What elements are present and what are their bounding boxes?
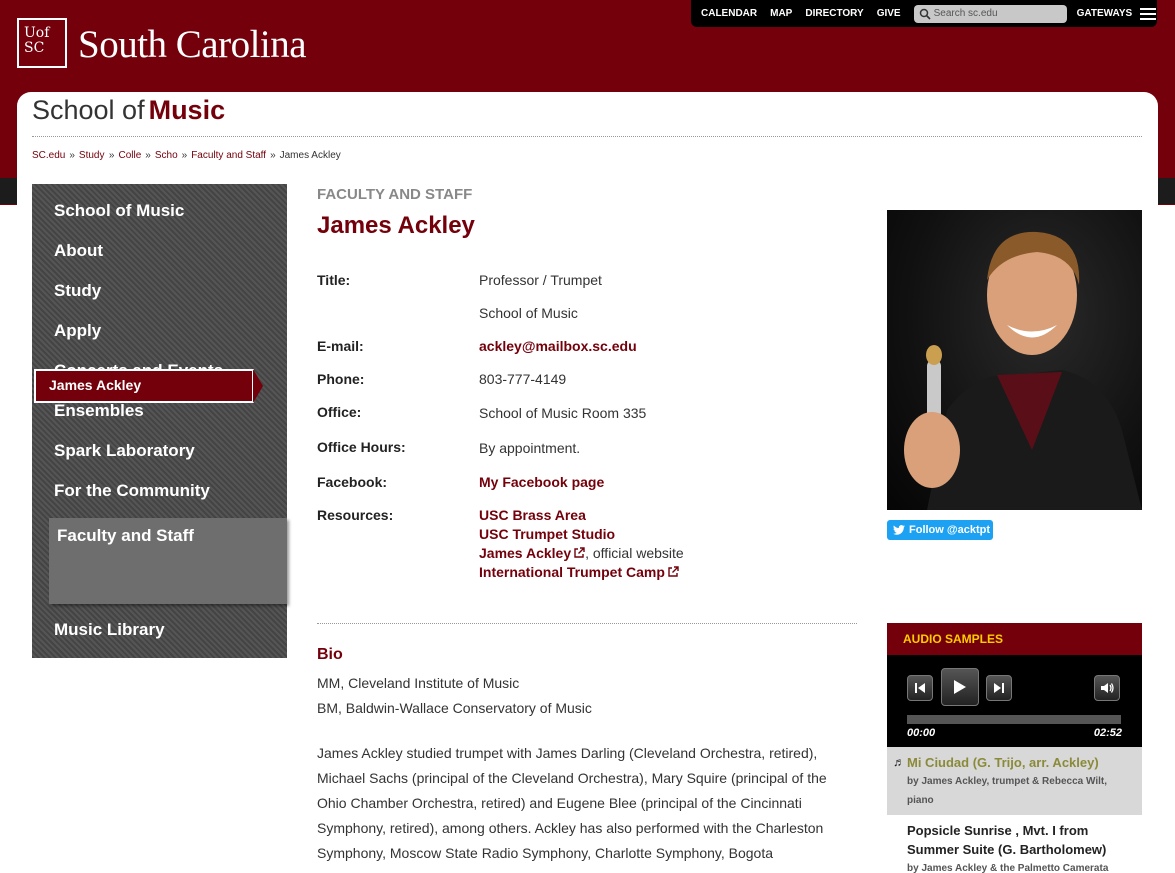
resource-official-website-link[interactable]: James Ackley	[479, 545, 571, 561]
office-value: School of Music Room 335	[479, 405, 647, 421]
bio-degree-bm: BM, Baldwin-Wallace Conservatory of Musi…	[317, 700, 592, 716]
logo-text-line2: SC	[24, 40, 45, 56]
volume-button[interactable]	[1094, 675, 1120, 701]
header-divider	[32, 136, 1142, 137]
breadcrumb-faculty-staff[interactable]: Faculty and Staff	[191, 150, 266, 161]
breadcrumb-study[interactable]: Study	[79, 150, 105, 161]
sidebar-item-current[interactable]: James Ackley	[34, 369, 263, 403]
facebook-label: Facebook:	[317, 474, 388, 490]
breadcrumb-school[interactable]: Scho	[155, 150, 178, 161]
resource-official-website: James Ackley , official website	[479, 545, 684, 561]
resource-trumpet-camp-link[interactable]: International Trumpet Camp	[479, 564, 665, 580]
sidebar-nav: School of Music About Study Apply Concer…	[32, 184, 287, 658]
breadcrumb-college[interactable]: Colle	[118, 150, 141, 161]
twitter-follow-button[interactable]: Follow @acktpt	[887, 520, 993, 540]
breadcrumb-current: James Ackley	[279, 150, 341, 161]
section-kicker: FACULTY AND STAFF	[317, 186, 473, 203]
utility-nav: CALENDAR MAP DIRECTORY GIVE GATEWAYS	[691, 0, 1157, 27]
office-label: Office:	[317, 404, 362, 420]
search-icon[interactable]	[919, 8, 931, 20]
play-button[interactable]	[941, 668, 979, 706]
sidebar-section-faculty: Faculty and Staff	[49, 518, 287, 604]
twitter-follow-label: Follow @acktpt	[909, 524, 991, 536]
utility-link-give[interactable]: GIVE	[877, 8, 901, 19]
track-title: Popsicle Sunrise , Mvt. I from Summer Su…	[907, 823, 1107, 857]
gateways-label: GATEWAYS	[1076, 8, 1133, 19]
breadcrumb-sc-edu[interactable]: SC.edu	[32, 150, 65, 161]
sidebar-item-ensembles[interactable]: Ensembles	[54, 401, 144, 421]
office-hours-label: Office Hours:	[317, 439, 406, 455]
sidebar-item-spark-laboratory[interactable]: Spark Laboratory	[54, 441, 195, 461]
facebook-link[interactable]: My Facebook page	[479, 474, 604, 490]
search-input[interactable]	[933, 8, 1062, 19]
sidebar-item-about[interactable]: About	[54, 241, 103, 261]
current-time: 00:00	[907, 727, 936, 739]
title-label: Title:	[317, 272, 351, 288]
previous-track-button[interactable]	[907, 675, 933, 701]
resource-trumpet-camp: International Trumpet Camp	[479, 564, 679, 580]
section-divider	[317, 623, 857, 624]
unit-title[interactable]: School of Music	[32, 95, 225, 126]
unit-title-prefix: School of	[32, 95, 145, 125]
page-title: James Ackley	[317, 212, 475, 239]
resources-label: Resources:	[317, 507, 394, 523]
audio-samples-heading: AUDIO SAMPLES	[887, 623, 1142, 665]
skip-back-icon	[915, 683, 925, 693]
department-value: School of Music	[479, 305, 578, 321]
hamburger-icon	[1140, 7, 1157, 20]
volume-icon	[1101, 683, 1114, 693]
bio-paragraph: James Ackley studied trumpet with James …	[317, 745, 827, 861]
phone-label: Phone:	[317, 371, 365, 387]
portrait-illustration	[904, 231, 1142, 510]
playback-progress-bar[interactable]	[907, 715, 1121, 724]
phone-value: 803-777-4149	[479, 371, 567, 387]
gateways-menu-button[interactable]: GATEWAYS	[1076, 7, 1157, 20]
track-subtitle: by James Ackley & the Palmetto Camerata	[907, 863, 1109, 873]
playlist-track-1[interactable]: ♬ Mi Ciudad (G. Trijo, arr. Ackley) by J…	[887, 747, 1142, 815]
title-value: Professor / Trumpet	[479, 272, 602, 288]
sidebar-item-music-library[interactable]: Music Library	[54, 620, 165, 640]
track-title: Mi Ciudad (G. Trijo, arr. Ackley)	[907, 755, 1099, 770]
playlist-track-2[interactable]: Popsicle Sunrise , Mvt. I from Summer Su…	[887, 815, 1142, 873]
utility-link-calendar[interactable]: CALENDAR	[701, 8, 757, 19]
sidebar-item-study[interactable]: Study	[54, 281, 101, 301]
search-box	[913, 4, 1067, 23]
uofsc-logo[interactable]: Uof SC	[17, 18, 67, 68]
unit-title-name: Music	[148, 95, 226, 125]
sidebar-item-apply[interactable]: Apply	[54, 321, 101, 341]
utility-link-map[interactable]: MAP	[770, 8, 792, 19]
external-link-icon	[574, 547, 585, 558]
email-link[interactable]: ackley@mailbox.sc.edu	[479, 338, 637, 354]
sidebar-item-community[interactable]: For the Community	[54, 481, 210, 501]
office-hours-value: By appointment.	[479, 440, 581, 456]
music-note-icon: ♬	[893, 755, 905, 769]
play-icon	[954, 680, 966, 694]
site-title[interactable]: South Carolina	[78, 22, 307, 67]
bio-degree-mm: MM, Cleveland Institute of Music	[317, 675, 520, 691]
resource-trumpet-studio-link[interactable]: USC Trumpet Studio	[479, 526, 615, 542]
resource-official-website-suffix: , official website	[585, 545, 684, 561]
skip-forward-icon	[994, 683, 1004, 693]
email-label: E-mail:	[317, 338, 364, 354]
profile-photo	[887, 210, 1142, 510]
sidebar-item-school-of-music[interactable]: School of Music	[54, 201, 184, 221]
utility-link-directory[interactable]: DIRECTORY	[805, 8, 863, 19]
sidebar-item-faculty-staff[interactable]: Faculty and Staff	[57, 526, 194, 546]
twitter-bird-icon	[893, 525, 905, 535]
breadcrumb: SC.edu» Study» Colle» Scho» Faculty and …	[32, 150, 341, 161]
logo-text-line1: Uof	[24, 25, 50, 41]
audio-player: 00:00 02:52	[887, 655, 1142, 747]
next-track-button[interactable]	[986, 675, 1012, 701]
track-subtitle: by James Ackley, trumpet & Rebecca Wilt,…	[907, 776, 1107, 806]
resource-brass-area-link[interactable]: USC Brass Area	[479, 507, 586, 523]
total-time: 02:52	[1093, 727, 1122, 739]
bio-heading: Bio	[317, 646, 343, 663]
external-link-icon	[668, 566, 679, 577]
